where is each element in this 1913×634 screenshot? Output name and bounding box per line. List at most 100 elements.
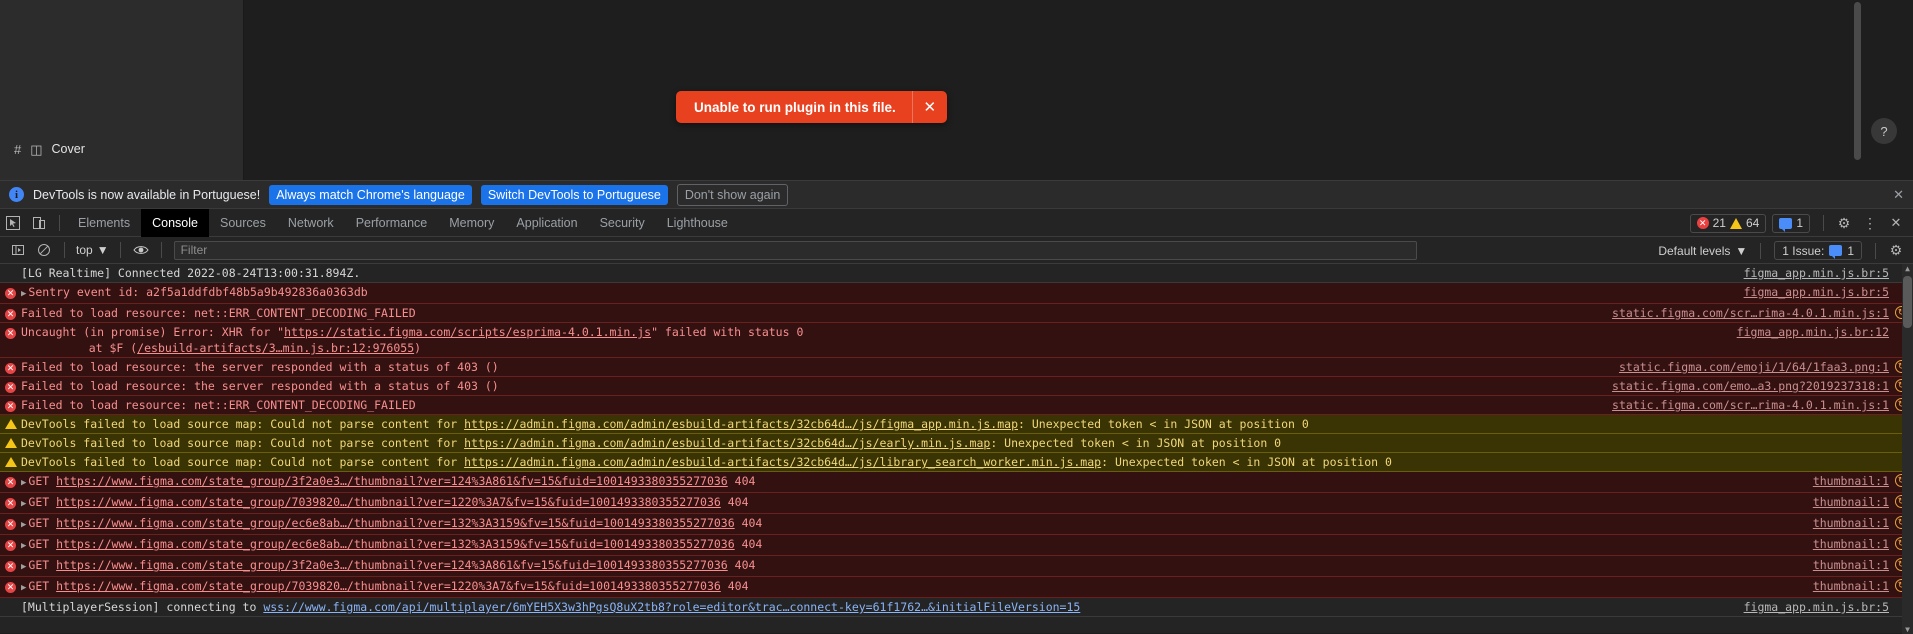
console-message-row[interactable]: [MultiplayerSession] connecting to wss:/… (0, 598, 1913, 617)
console-message-row[interactable]: ✕ ▶ GET https://www.figma.com/state_group/… (0, 577, 1913, 598)
message-link[interactable]: https://www.figma.com/state_group/3f2a0e… (56, 558, 728, 572)
console-message-row[interactable]: ✕ ▶ GET https://www.figma.com/state_group/… (0, 556, 1913, 577)
expand-arrow-icon[interactable]: ▶ (21, 499, 26, 509)
source-link[interactable]: thumbnail:1 (1813, 473, 1889, 489)
devtools-tabbar: Elements Console Sources Network Performance… (0, 208, 1913, 237)
source-link[interactable]: thumbnail:1 (1813, 494, 1889, 510)
scroll-up-arrow-icon[interactable]: ▲ (1903, 264, 1912, 273)
message-link[interactable]: https://static.figma.com/scripts/esprima… (284, 325, 651, 339)
close-devtools-icon[interactable]: ✕ (1883, 210, 1909, 236)
gear-icon[interactable]: ⚙ (1831, 210, 1857, 236)
console-message-row[interactable]: ✕ ▶ GET https://www.figma.com/state_group/… (0, 472, 1913, 493)
source-link[interactable]: figma_app.min.js.br:5 (1744, 599, 1889, 615)
expand-arrow-icon[interactable]: ▶ (21, 289, 26, 299)
console-message-row[interactable]: DevTools failed to load source map: Coul… (0, 453, 1913, 472)
help-button[interactable]: ? (1871, 118, 1897, 144)
expand-arrow-icon[interactable]: ▶ (21, 520, 26, 530)
language-banner-close-icon[interactable]: ✕ (1893, 188, 1904, 201)
console-message-row[interactable]: ✕ ▶ Sentry event id: a2f5a1ddfdbf48b5a9b49… (0, 283, 1913, 304)
console-message-row[interactable]: ✕ Failed to load resource: the server res… (0, 377, 1913, 396)
console-message-row[interactable]: DevTools failed to load source map: Coul… (0, 415, 1913, 434)
live-expression-eye-icon[interactable] (128, 237, 154, 263)
stack-suffix: ) (414, 341, 422, 355)
console-message-row[interactable]: DevTools failed to load source map: Coul… (0, 434, 1913, 453)
console-toolbar-right: Default levels ▼ 1 Issue: 1 ⚙ (1652, 237, 1909, 264)
figma-canvas[interactable] (244, 0, 1913, 180)
source-link[interactable]: thumbnail:1 (1813, 536, 1889, 552)
tab-memory[interactable]: Memory (438, 209, 505, 237)
tab-lighthouse[interactable]: Lighthouse (656, 209, 739, 237)
message-link[interactable]: wss://www.figma.com/api/multiplayer/6mYE… (263, 600, 1080, 614)
clear-console-icon[interactable] (31, 237, 57, 263)
chevron-down-icon: ▼ (96, 243, 109, 257)
tab-elements[interactable]: Elements (67, 209, 141, 237)
message-counter[interactable]: 1 (1772, 213, 1810, 233)
issues-chip[interactable]: 1 Issue: 1 (1774, 241, 1862, 260)
console-scrollbar-thumb[interactable] (1903, 276, 1912, 328)
message-count: 1 (1796, 216, 1803, 230)
message-link[interactable]: https://www.figma.com/state_group/703982… (56, 579, 721, 593)
message-link[interactable]: https://www.figma.com/state_group/703982… (56, 495, 721, 509)
stack-link[interactable]: /esbuild-artifacts/3…min.js.br:12:976055 (137, 341, 414, 355)
source-link[interactable]: thumbnail:1 (1813, 515, 1889, 531)
gear-icon[interactable]: ⚙ (1883, 238, 1909, 264)
console-message-row[interactable]: ✕ Failed to load resource: net::ERR_CONTE… (0, 304, 1913, 323)
source-link[interactable]: static.figma.com/scr…rima-4.0.1.min.js:1 (1612, 305, 1889, 321)
message-link[interactable]: https://admin.figma.com/admin/esbuild-ar… (464, 417, 1018, 431)
source-link[interactable]: figma_app.min.js.br:12 (1737, 324, 1889, 340)
console-message-row[interactable]: ✕ ▶ GET https://www.figma.com/state_group/… (0, 493, 1913, 514)
source-link[interactable]: thumbnail:1 (1813, 578, 1889, 594)
source-link[interactable]: static.figma.com/emoji/1/64/1faa3.png:1 (1619, 359, 1889, 375)
source-link[interactable]: static.figma.com/scr…rima-4.0.1.min.js:1 (1612, 397, 1889, 413)
tab-security[interactable]: Security (589, 209, 656, 237)
tab-sources[interactable]: Sources (209, 209, 277, 237)
console-message-row[interactable]: ✕ ▶ GET https://www.figma.com/state_group/… (0, 514, 1913, 535)
message-text: GET (28, 495, 57, 509)
tab-network[interactable]: Network (277, 209, 345, 237)
filter-input[interactable] (173, 240, 1417, 260)
source-link[interactable]: thumbnail:1 (1813, 557, 1889, 573)
source-link[interactable]: static.figma.com/emo…a3.png?2019237318:1 (1612, 378, 1889, 394)
issue-counters[interactable]: ✕ 21 64 (1689, 213, 1767, 233)
console-toolbar-right-divider (1760, 242, 1762, 259)
console-message-row[interactable]: [LG Realtime] Connected 2022-08-24T13:00… (0, 264, 1913, 283)
message-link[interactable]: https://www.figma.com/state_group/3f2a0e… (56, 474, 728, 488)
error-icon: ✕ (1696, 217, 1709, 229)
message-text: DevTools failed to load source map: Coul… (21, 417, 465, 431)
expand-arrow-icon[interactable]: ▶ (21, 478, 26, 488)
console-sidebar-toggle-icon[interactable] (5, 237, 31, 263)
always-match-language-button[interactable]: Always match Chrome's language (269, 184, 472, 205)
tab-performance[interactable]: Performance (345, 209, 439, 237)
console-scrollbar[interactable]: ▲ ▼ (1902, 264, 1913, 634)
canvas-vertical-scrollbar[interactable] (1854, 2, 1861, 160)
source-link[interactable]: figma_app.min.js.br:5 (1744, 265, 1889, 281)
expand-arrow-icon[interactable]: ▶ (21, 583, 26, 593)
message-link[interactable]: https://admin.figma.com/admin/esbuild-ar… (464, 436, 990, 450)
console-message-list[interactable]: [LG Realtime] Connected 2022-08-24T13:00… (0, 264, 1913, 634)
message-link[interactable]: https://www.figma.com/state_group/ec6e8a… (56, 516, 735, 530)
inspect-element-icon[interactable] (0, 210, 26, 236)
tab-console[interactable]: Console (141, 208, 209, 237)
message-text: GET (28, 579, 57, 593)
source-link[interactable]: figma_app.min.js.br:5 (1744, 284, 1889, 300)
layer-list-item-cover[interactable]: # ◫ Cover (0, 138, 244, 160)
message-text: Failed to load resource: the server resp… (21, 379, 499, 393)
console-message-row[interactable]: ✕ Uncaught (in promise) Error: XHR for "h… (0, 323, 1913, 358)
toast-close-icon[interactable]: ✕ (913, 98, 947, 116)
switch-devtools-language-button[interactable]: Switch DevTools to Portuguese (480, 184, 668, 205)
more-options-icon[interactable]: ⋮ (1857, 210, 1883, 236)
dont-show-again-button[interactable]: Don't show again (676, 183, 789, 206)
expand-arrow-icon[interactable]: ▶ (21, 562, 26, 572)
console-message-row[interactable]: ✕ Failed to load resource: net::ERR_CONTE… (0, 396, 1913, 415)
error-icon: ✕ (5, 363, 16, 374)
message-link[interactable]: https://www.figma.com/state_group/ec6e8a… (56, 537, 735, 551)
expand-arrow-icon[interactable]: ▶ (21, 541, 26, 551)
device-toolbar-icon[interactable] (26, 210, 52, 236)
console-message-row[interactable]: ✕ Failed to load resource: the server res… (0, 358, 1913, 377)
tab-application[interactable]: Application (505, 209, 588, 237)
message-link[interactable]: https://admin.figma.com/admin/esbuild-ar… (464, 455, 1101, 469)
console-message-row[interactable]: ✕ ▶ GET https://www.figma.com/state_group/… (0, 535, 1913, 556)
log-levels-selector[interactable]: Default levels ▼ (1652, 244, 1753, 258)
message-text: Failed to load resource: net::ERR_CONTEN… (21, 398, 416, 412)
execution-context-selector[interactable]: top ▼ (72, 243, 113, 257)
